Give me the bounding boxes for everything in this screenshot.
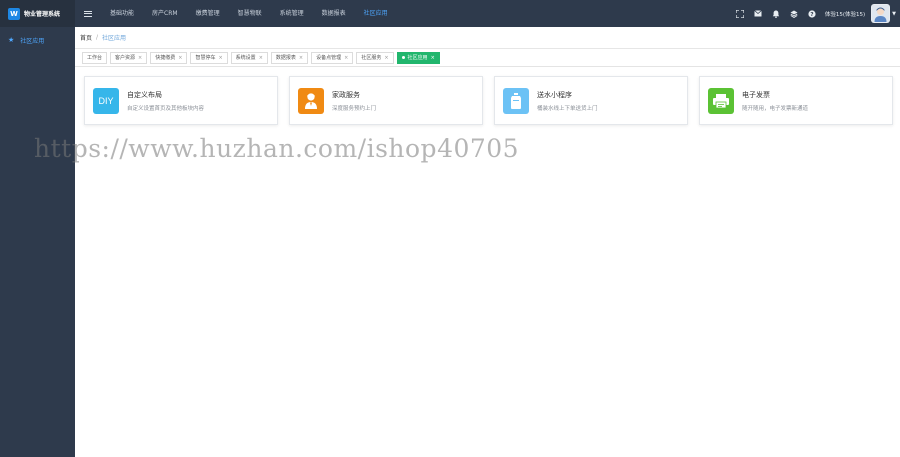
close-icon[interactable]: ×: [138, 55, 142, 61]
tab-customer-resources[interactable]: 客户资源 ×: [110, 51, 148, 64]
mail-icon[interactable]: [749, 0, 767, 27]
tab-system-settings[interactable]: 系统设置 ×: [230, 51, 268, 64]
tab-label: 系统设置: [235, 55, 256, 61]
app-card-water-delivery[interactable]: 送水小程序 桶装水线上下单送货上门: [494, 76, 688, 125]
breadcrumb: 首页 / 社区应用: [75, 27, 900, 49]
nav-item-crm[interactable]: 房产CRM: [143, 0, 187, 27]
close-icon[interactable]: ×: [178, 55, 182, 61]
svg-text:?: ?: [810, 12, 813, 18]
app-title: 物业管理系统: [24, 11, 61, 18]
star-icon: ★: [8, 36, 15, 44]
main-content: DIY 自定义布局 自定义设置首页及其他板块内容 家政服务 深度服务预约上门 送…: [75, 67, 900, 457]
invoice-printer-icon: [708, 87, 734, 114]
tab-label: 客户资源: [115, 55, 136, 61]
bell-icon[interactable]: [767, 0, 785, 27]
hamburger-icon: [84, 10, 92, 17]
breadcrumb-home[interactable]: 首页: [80, 33, 92, 42]
nav-item-payment[interactable]: 缴费管理: [187, 0, 229, 27]
top-bar: W 物业管理系统 基础功能 房产CRM 缴费管理 智慧物联 系统管理 数据报表 …: [0, 0, 900, 27]
card-title: 家政服务: [332, 90, 360, 99]
top-nav: 基础功能 房产CRM 缴费管理 智慧物联 系统管理 数据报表 社区应用: [101, 0, 397, 27]
logo[interactable]: W 物业管理系统: [0, 0, 75, 27]
breadcrumb-current: 社区应用: [102, 35, 127, 42]
tab-bar: 工作台 客户资源 × 快捷缴费 × 智慧停车 × 系统设置 × 数据报表 × 设…: [75, 49, 900, 67]
tab-device-management[interactable]: 设备点管理 ×: [311, 51, 354, 64]
close-icon[interactable]: ×: [259, 55, 263, 61]
tab-label: 快捷缴费: [155, 55, 176, 61]
tab-label: 数据报表: [275, 55, 296, 61]
app-card-housekeeping[interactable]: 家政服务 深度服务预约上门: [289, 76, 483, 125]
card-description: 桶装水线上下单送货上门: [537, 105, 598, 112]
sidebar: ★ 社区应用: [0, 27, 75, 457]
chevron-down-icon[interactable]: ▼: [892, 11, 896, 17]
nav-item-reports[interactable]: 数据报表: [313, 0, 355, 27]
menu-toggle-button[interactable]: [75, 0, 101, 27]
tab-label: 设备点管理: [316, 55, 342, 61]
housekeeper-icon: [298, 87, 324, 114]
card-title: 自定义布局: [127, 90, 162, 99]
user-name[interactable]: 体验15(体验15): [825, 10, 865, 18]
close-icon[interactable]: ×: [384, 55, 388, 61]
card-description: 自定义设置首页及其他板块内容: [127, 105, 205, 112]
sidebar-item-community-apps[interactable]: ★ 社区应用: [0, 27, 75, 53]
logo-icon: W: [8, 7, 20, 20]
card-description: 随开随用，电子发票新通道: [742, 105, 809, 112]
tab-label: 社区应用: [407, 55, 428, 61]
card-description: 深度服务预约上门: [332, 105, 377, 112]
app-card-diy-layout[interactable]: DIY 自定义布局 自定义设置首页及其他板块内容: [84, 76, 278, 125]
nav-item-community-apps[interactable]: 社区应用: [355, 0, 397, 27]
fullscreen-icon[interactable]: [731, 0, 749, 27]
close-icon[interactable]: ×: [344, 55, 348, 61]
active-dot-icon: [401, 56, 405, 59]
avatar[interactable]: [871, 4, 891, 23]
tab-label: 智慧停车: [195, 55, 216, 61]
water-bucket-icon: [503, 87, 529, 114]
tab-community-apps[interactable]: 社区应用 ×: [396, 51, 440, 64]
card-title: 电子发票: [742, 90, 770, 99]
nav-item-iot[interactable]: 智慧物联: [229, 0, 271, 27]
card-title: 送水小程序: [537, 90, 572, 99]
tab-dashboard[interactable]: 工作台: [82, 51, 108, 64]
help-icon[interactable]: ?: [803, 0, 821, 27]
tab-data-reports[interactable]: 数据报表 ×: [270, 51, 309, 64]
app-card-e-invoice[interactable]: 电子发票 随开随用，电子发票新通道: [699, 76, 893, 125]
sidebar-item-label: 社区应用: [20, 37, 45, 45]
layers-icon[interactable]: [785, 0, 803, 27]
tab-label: 社区服务: [361, 55, 382, 61]
close-icon[interactable]: ×: [218, 55, 222, 61]
tab-smart-parking[interactable]: 智慧停车 ×: [190, 51, 228, 64]
close-icon[interactable]: ×: [299, 55, 303, 61]
close-icon[interactable]: ×: [431, 55, 435, 61]
tab-community-services[interactable]: 社区服务 ×: [356, 51, 394, 64]
tab-label: 工作台: [87, 55, 103, 61]
header-actions: ? 体验15(体验15) ▼: [731, 0, 900, 27]
nav-item-system[interactable]: 系统管理: [271, 0, 313, 27]
diy-icon: DIY: [93, 87, 119, 114]
watermark-text: https://www.huzhan.com/ishop40705: [34, 134, 520, 163]
breadcrumb-separator: /: [96, 34, 99, 41]
nav-item-basic[interactable]: 基础功能: [101, 0, 143, 27]
tab-quick-payment[interactable]: 快捷缴费 ×: [150, 51, 188, 64]
